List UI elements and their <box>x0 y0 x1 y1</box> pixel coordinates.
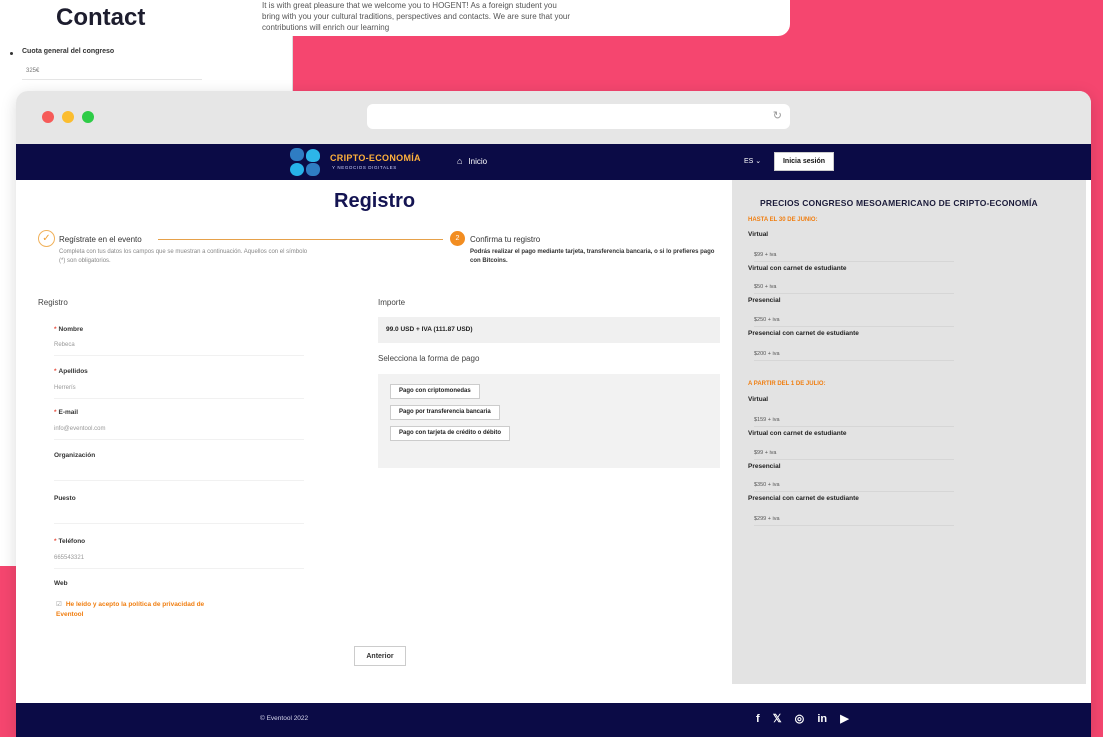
price-label: Virtual <box>748 396 769 403</box>
price-label: Virtual con carnet de estudiante <box>748 265 847 272</box>
social-links: f 𝕏 ◎ in ▶ <box>756 712 859 725</box>
price-value: $350 + iva <box>754 482 954 492</box>
logo[interactable] <box>290 148 324 176</box>
facebook-icon[interactable]: f <box>756 713 760 725</box>
bank-transfer-button[interactable]: Pago por transferencia bancaria <box>390 405 500 420</box>
step-1-title: Regístrate en el evento <box>59 235 142 244</box>
youtube-icon[interactable]: ▶ <box>840 713 848 725</box>
price-label: Presencial <box>748 463 781 470</box>
brand-name[interactable]: CRIPTO-ECONOMÍA <box>330 153 421 163</box>
background-fee-value: 325€ <box>22 64 202 80</box>
price-section-heading: A PARTIR DEL 1 DE JULIO: <box>748 381 826 387</box>
check-icon: ✓ <box>38 230 55 247</box>
puesto-label: Puesto <box>54 495 76 502</box>
privacy-label[interactable]: He leído y acepto la política de privaci… <box>56 601 204 618</box>
email-label: * E-mail <box>54 409 79 416</box>
step-1-description: Completa con tus datos los campos que se… <box>59 249 308 264</box>
site-footer: © Eventool 2022 f 𝕏 ◎ in ▶ <box>16 703 1091 737</box>
privacy-checkbox[interactable]: ☑ He leído y acepto la política de privac… <box>56 600 216 620</box>
importe-heading: Importe <box>378 298 406 307</box>
card-payment-button[interactable]: Pago con tarjeta de crédito o débito <box>390 426 511 441</box>
maximize-window-button[interactable] <box>82 111 94 123</box>
telefono-field[interactable]: 665543321 <box>54 555 304 569</box>
main-content: Registro ✓ Regístrate en el evento Compl… <box>16 180 1091 701</box>
organizacion-label: Organización <box>54 452 96 459</box>
apellidos-field[interactable]: Herrerís <box>54 385 304 399</box>
checkbox-icon[interactable]: ☑ <box>56 601 62 608</box>
nav-home-link[interactable]: ⌂ Inicio <box>457 156 487 166</box>
step-2-description: Podrás realizar el pago mediante tarjeta… <box>470 249 715 264</box>
price-section-heading: HASTA EL 30 DE JUNIO: <box>748 217 818 223</box>
prices-sidebar: PRECIOS CONGRESO MESOAMERICANO DE CRIPTO… <box>732 180 1086 684</box>
site-navbar: CRIPTO-ECONOMÍA Y NEGOCIOS DIGITALES ⌂ In… <box>16 144 1091 180</box>
price-value: $50 + iva <box>754 284 954 294</box>
step-progress-line <box>158 239 443 240</box>
step-2-number: 2 <box>450 231 465 246</box>
login-button[interactable]: Inicia sesión <box>774 152 834 171</box>
puesto-field[interactable] <box>54 510 304 524</box>
price-label: Presencial <box>748 297 781 304</box>
background-bullet <box>10 52 13 55</box>
step-2-title: Confirma tu registro <box>470 235 541 244</box>
home-icon: ⌂ <box>457 156 463 166</box>
email-field[interactable]: info@eventool.com <box>54 426 304 440</box>
price-label: Virtual con carnet de estudiante <box>748 430 847 437</box>
form-heading: Registro <box>38 298 68 307</box>
price-label: Virtual <box>748 231 769 238</box>
nombre-label: * Nombre <box>54 326 84 333</box>
close-window-button[interactable] <box>42 111 54 123</box>
language-selector[interactable]: ES ⌄ <box>744 157 761 165</box>
linkedin-icon[interactable]: in <box>817 713 827 725</box>
price-value: $99 + iva <box>754 252 954 262</box>
page-title: Registro <box>334 190 416 212</box>
reload-icon[interactable]: ↻ <box>773 109 782 122</box>
telefono-label: * Teléfono <box>54 538 86 545</box>
price-value: $159 + iva <box>754 417 954 427</box>
web-label: Web <box>54 580 68 587</box>
nav-home-label: Inicio <box>468 157 488 166</box>
brand-subtitle: Y NEGOCIOS DIGITALES <box>332 165 397 170</box>
price-value: $250 + iva <box>754 317 954 327</box>
payment-methods-panel: Pago con criptomonedas Pago por transfer… <box>378 374 720 468</box>
price-value: $299 + iva <box>754 516 954 526</box>
price-label: Presencial con carnet de estudiante <box>748 330 859 337</box>
minimize-window-button[interactable] <box>62 111 74 123</box>
background-paragraph: It is with great pleasure that we welcom… <box>262 1 571 32</box>
price-value: $200 + iva <box>754 351 954 361</box>
address-bar[interactable]: ↻ <box>367 104 790 129</box>
background-fee-label: Cuota general del congreso <box>22 48 115 55</box>
payment-method-heading: Selecciona la forma de pago <box>378 354 480 363</box>
browser-window: ↻ CRIPTO-ECONOMÍA Y NEGOCIOS DIGITALES ⌂… <box>16 91 1091 737</box>
apellidos-label: * Apellidos <box>54 368 88 375</box>
background-contact-title: Contact <box>56 4 146 31</box>
nombre-field[interactable]: Rebeca <box>54 342 304 356</box>
previous-button[interactable]: Anterior <box>354 646 406 666</box>
organizacion-field[interactable] <box>54 467 304 481</box>
price-label: Presencial con carnet de estudiante <box>748 495 859 502</box>
price-value: $99 + iva <box>754 450 954 460</box>
prices-title: PRECIOS CONGRESO MESOAMERICANO DE CRIPTO… <box>760 198 1038 208</box>
copyright-text: © Eventool 2022 <box>260 715 309 722</box>
browser-chrome: ↻ <box>16 91 1091 144</box>
crypto-payment-button[interactable]: Pago con criptomonedas <box>390 384 480 399</box>
twitter-icon[interactable]: 𝕏 <box>773 713 782 725</box>
instagram-icon[interactable]: ◎ <box>795 713 805 725</box>
amount-box: 99.0 USD + IVA (111.87 USD) <box>378 317 720 343</box>
